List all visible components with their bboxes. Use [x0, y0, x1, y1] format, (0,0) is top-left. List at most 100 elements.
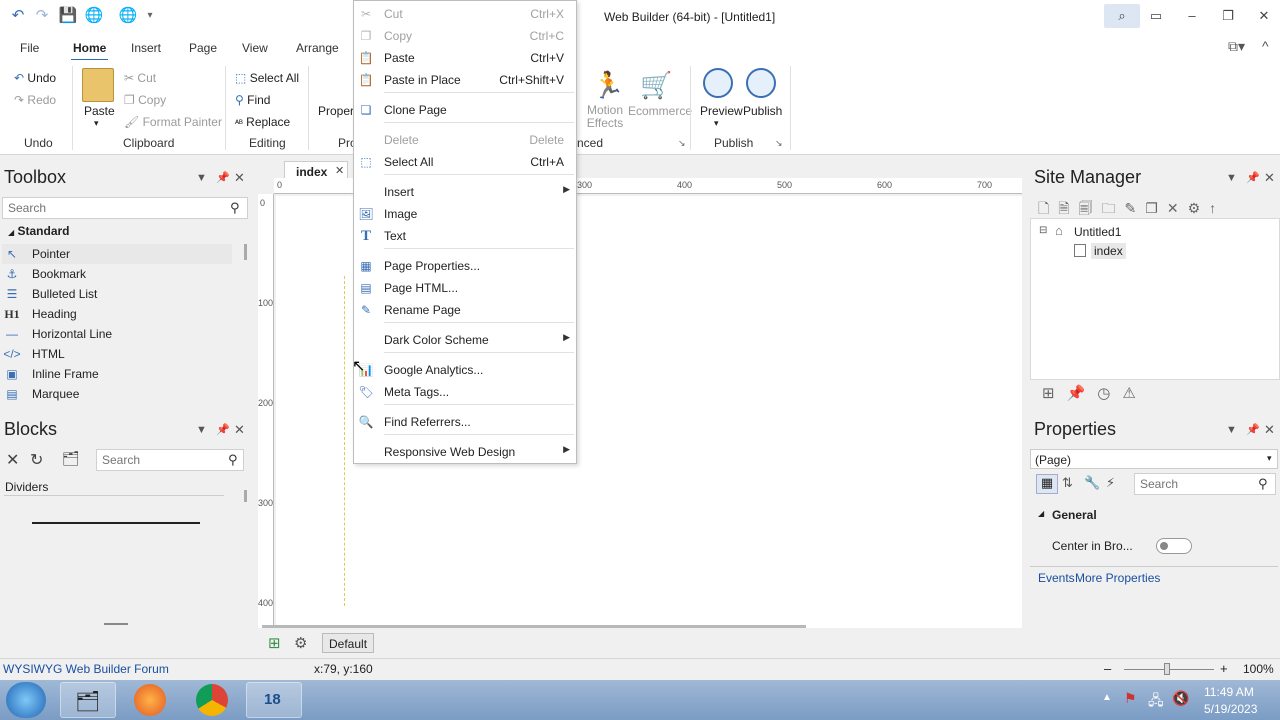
browse-icon[interactable]: 🗂: [62, 450, 80, 467]
close-icon[interactable]: ✕: [234, 170, 245, 186]
toolbox-item[interactable]: — Horizontal Line: [2, 324, 232, 344]
start-button[interactable]: [6, 682, 46, 718]
toolbox-item[interactable]: ☰ Bulleted List: [2, 284, 232, 304]
format-painter-button[interactable]: 🖌 Format Painter: [124, 115, 222, 129]
center-toggle[interactable]: [1156, 538, 1192, 554]
menu-item-delete[interactable]: Delete Delete: [354, 129, 576, 151]
toolbox-search-input[interactable]: [2, 197, 248, 219]
forum-link[interactable]: WYSIWYG Web Builder Forum: [3, 662, 169, 676]
menu-item-image[interactable]: 🖼 Image: [354, 203, 576, 225]
page-settings-icon[interactable]: 🗐: [1079, 200, 1102, 216]
menu-item-paste-in-place[interactable]: 📋 Paste in Place Ctrl+Shift+V: [354, 69, 576, 91]
minimize-button[interactable]: –: [1174, 4, 1210, 28]
firefox-icon[interactable]: [134, 684, 166, 716]
menu-item-page-html[interactable]: ▤ Page HTML...: [354, 277, 576, 299]
tab-arrange[interactable]: Arrange: [296, 41, 339, 55]
toolbox-item[interactable]: ▣ Inline Frame: [2, 364, 232, 384]
delete-icon[interactable]: ✕: [1167, 200, 1188, 216]
close-tab-icon[interactable]: ✕: [335, 164, 344, 177]
maximize-button[interactable]: ❐: [1210, 4, 1246, 28]
tray-expand-icon[interactable]: ▲: [1102, 692, 1112, 703]
menu-item-responsive-web-design[interactable]: Responsive Web Design ▶: [354, 441, 576, 463]
divider-block-preview[interactable]: [104, 623, 128, 625]
menu-item-copy[interactable]: ❐ Copy Ctrl+C: [354, 25, 576, 47]
search-icon[interactable]: ⚲: [228, 452, 238, 468]
horizontal-scrollbar[interactable]: [262, 625, 806, 628]
up-icon[interactable]: ↑: [1209, 200, 1225, 216]
tab-home[interactable]: Home: [70, 41, 109, 61]
toolbox-item[interactable]: ↖ Pointer: [2, 244, 232, 264]
divider-block-preview[interactable]: [32, 522, 200, 524]
settings-icon[interactable]: ⚙: [1188, 200, 1210, 216]
copy-button[interactable]: ❐ Copy: [124, 93, 166, 107]
site-root[interactable]: Untitled1: [1074, 225, 1121, 239]
panel-menu-icon[interactable]: ▼: [1226, 424, 1237, 436]
more-properties-link[interactable]: More Properties: [1075, 571, 1160, 585]
pin-icon[interactable]: 📌: [216, 171, 230, 184]
zoom-out-icon[interactable]: –: [1104, 661, 1111, 676]
clock-icon[interactable]: ◷: [1097, 385, 1122, 402]
ecommerce-button[interactable]: Ecommerce: [628, 104, 692, 118]
menu-item-cut[interactable]: ✂ Cut Ctrl+X: [354, 3, 576, 25]
explorer-taskbar-button[interactable]: 🗂: [60, 682, 116, 718]
dialog-launcher-icon[interactable]: ↘: [678, 138, 686, 149]
toolbox-item[interactable]: ⚓ Bookmark: [2, 264, 232, 284]
search-icon[interactable]: ⌕: [1104, 4, 1140, 28]
search-icon[interactable]: ⚲: [1258, 476, 1268, 492]
warning-icon[interactable]: ⚠: [1122, 385, 1147, 402]
replace-button[interactable]: ᴬᴮ Replace: [235, 115, 290, 129]
dialog-launcher-icon[interactable]: ↘: [775, 138, 783, 149]
close-icon[interactable]: ✕: [1264, 422, 1275, 438]
add-page-icon[interactable]: ⊞: [268, 634, 281, 652]
search-icon[interactable]: ⚲: [230, 200, 240, 216]
undo-button[interactable]: ↶ Undo: [14, 71, 56, 85]
restore-ribbon-icon[interactable]: ▭: [1138, 4, 1174, 28]
events-icon[interactable]: ⚡: [1106, 475, 1115, 491]
scrollbar[interactable]: [244, 490, 247, 502]
flag-icon[interactable]: ⚑: [1124, 690, 1137, 707]
volume-icon[interactable]: 🔇: [1172, 690, 1189, 707]
toolbox-category[interactable]: ◢ Standard: [8, 224, 70, 238]
redo-button[interactable]: ↷ Redo: [14, 93, 56, 107]
wrench-icon[interactable]: 🔧: [1084, 475, 1100, 491]
scrollbar[interactable]: [244, 244, 247, 260]
refresh-icon[interactable]: ↻: [30, 450, 43, 470]
preview-button[interactable]: Preview: [700, 104, 743, 118]
clock-time[interactable]: 11:49 AM: [1204, 685, 1254, 699]
publish-button[interactable]: Publish: [743, 104, 782, 118]
toolbox-item[interactable]: ▤ Marquee: [2, 384, 232, 404]
menu-item-clone-page[interactable]: ❏ Clone Page: [354, 99, 576, 121]
panel-menu-icon[interactable]: ▼: [196, 172, 207, 184]
site-page-index[interactable]: index: [1091, 243, 1126, 259]
zoom-in-icon[interactable]: +: [1220, 661, 1228, 676]
clock-date[interactable]: 5/19/2023: [1204, 702, 1257, 716]
cut-button[interactable]: ✂ Cut: [124, 71, 156, 85]
pin-icon[interactable]: 📌: [1246, 423, 1260, 436]
panel-menu-icon[interactable]: ▼: [196, 424, 207, 436]
page-settings-icon[interactable]: ⚙: [294, 634, 307, 652]
menu-item-text[interactable]: T Text: [354, 225, 576, 247]
pin-icon[interactable]: 📌: [1067, 385, 1098, 402]
edit-icon[interactable]: ✎: [1125, 200, 1146, 216]
categorized-icon[interactable]: ▦: [1036, 474, 1058, 494]
collapse-icon[interactable]: ◢: [1038, 509, 1044, 518]
paste-dropdown-icon[interactable]: ▾: [94, 118, 99, 129]
tab-view[interactable]: View: [242, 41, 268, 55]
save-icon[interactable]: 💾: [58, 6, 78, 26]
close-icon[interactable]: ✕: [234, 422, 245, 438]
properties-button[interactable]: Proper: [318, 104, 354, 118]
menu-item-rename-page[interactable]: ✎ Rename Page: [354, 299, 576, 321]
events-link[interactable]: Events: [1038, 571, 1075, 585]
toolbox-item[interactable]: </> HTML: [2, 344, 232, 364]
page-icon[interactable]: 🗎: [1058, 200, 1078, 216]
sort-icon[interactable]: ⇅: [1062, 475, 1073, 491]
collapse-icon[interactable]: ⊟: [1039, 225, 1047, 236]
menu-item-select-all[interactable]: ⬚ Select All Ctrl+A: [354, 151, 576, 173]
folder-icon[interactable]: 🗀: [1102, 200, 1125, 216]
sitemap-icon[interactable]: ⊞: [1042, 385, 1067, 402]
chrome-icon[interactable]: [196, 684, 228, 716]
close-button[interactable]: ✕: [1246, 4, 1280, 28]
publish-globe-icon[interactable]: 🌐: [118, 6, 138, 26]
menu-item-dark-color-scheme[interactable]: Dark Color Scheme ▶: [354, 329, 576, 351]
preview-dropdown-icon[interactable]: ▾: [714, 118, 719, 129]
